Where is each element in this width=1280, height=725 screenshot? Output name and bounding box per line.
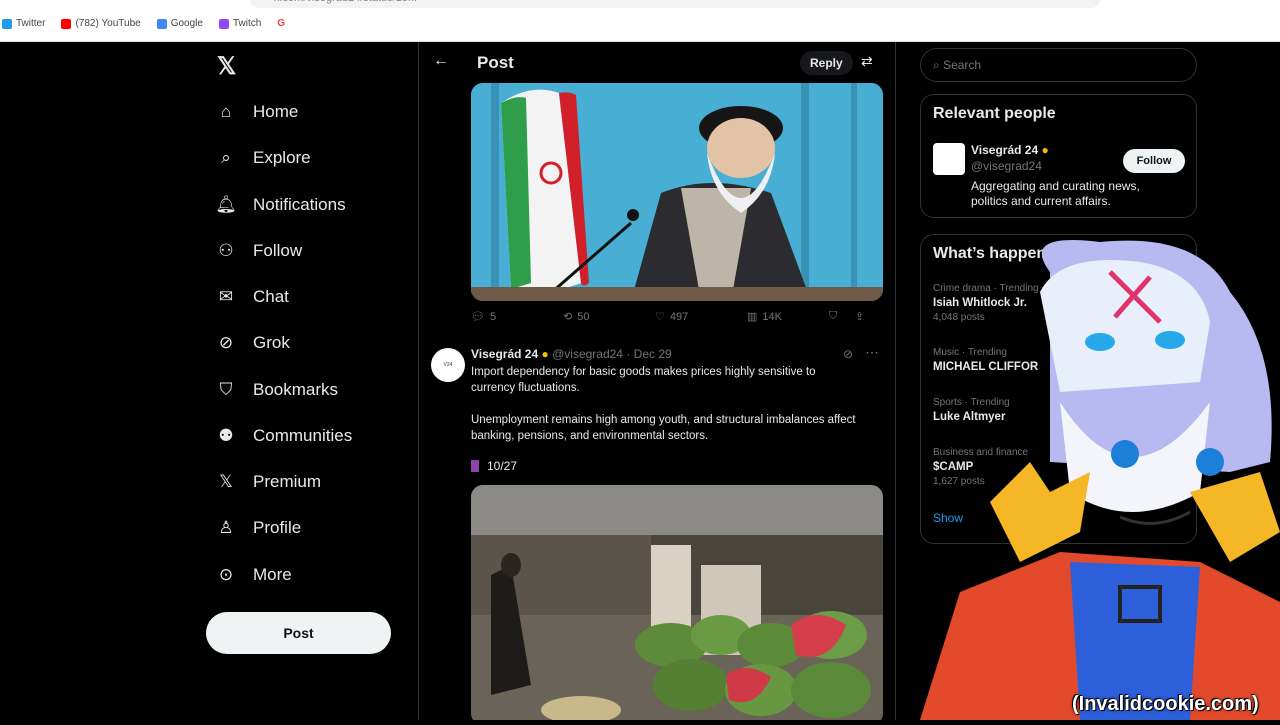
bell-icon: 🔔︎ bbox=[215, 195, 237, 214]
author-name[interactable]: Visegrád 24 bbox=[471, 347, 538, 361]
spool-icon bbox=[471, 460, 479, 472]
browser-chrome: x.com/visegrad24/status/18... Twitter (7… bbox=[0, 0, 1280, 42]
nav-item-label: Home bbox=[253, 102, 299, 121]
more-options-icon[interactable]: ⋯ bbox=[865, 344, 879, 361]
speaker-photo bbox=[471, 83, 883, 301]
author-handle[interactable]: @visegrad24 bbox=[552, 347, 623, 361]
search-icon: ⌕ bbox=[933, 58, 940, 72]
search-icon: ⌕ bbox=[221, 148, 231, 167]
follow-button[interactable]: Follow bbox=[1123, 149, 1185, 173]
nav-item-label: Profile bbox=[253, 518, 302, 537]
tweet-image-speaker[interactable] bbox=[471, 83, 883, 301]
bookmark-google[interactable]: Google bbox=[156, 18, 203, 29]
tweet-meta: Visegrád 24 ● @visegrad24 · Dec 29 bbox=[471, 347, 672, 361]
avatar[interactable] bbox=[933, 143, 965, 175]
search-input[interactable]: ⌕ Search bbox=[920, 48, 1197, 82]
google-icon bbox=[156, 18, 167, 29]
like-action[interactable]: ♡ 497 bbox=[655, 310, 747, 324]
youtube-icon bbox=[61, 18, 72, 29]
x-icon: 𝕏 bbox=[219, 472, 233, 491]
communities-icon: ⚉ bbox=[218, 426, 234, 445]
tweet-date[interactable]: · Dec 29 bbox=[626, 347, 671, 361]
back-arrow-icon[interactable]: ← bbox=[433, 52, 449, 70]
bookmark-twitter[interactable]: Twitter bbox=[2, 18, 45, 29]
grok-icon: ⊘ bbox=[218, 333, 234, 352]
relevant-people-panel: Relevant people Visegrád 24 ● @visegrad2… bbox=[920, 94, 1197, 218]
main-column: ← Post Reply ⇄ 💬︎ 5 ⟲ 50 ♡ 497 ▥ 14K ⛉ ⇪… bbox=[418, 42, 896, 720]
nav-item-follow[interactable]: ⚇ Follow bbox=[215, 236, 302, 266]
left-navigation: 𝕏 ⌂ Home ⌕ Explore 🔔︎ Notifications ⚇ Follow ✉ Ch… bbox=[205, 42, 415, 720]
bookmark-action[interactable]: ⛉ bbox=[829, 310, 855, 323]
nav-item-label: Explore bbox=[253, 148, 311, 167]
bookmark-youtube[interactable]: (782) YouTube bbox=[61, 18, 141, 29]
person-handle[interactable]: @visegrad24 bbox=[971, 159, 1042, 173]
nav-item-label: Chat bbox=[253, 287, 289, 306]
nav-item-notifications[interactable]: 🔔︎ Notifications bbox=[215, 190, 346, 220]
twitter-icon bbox=[2, 18, 12, 29]
verified-badge-icon: ● bbox=[541, 347, 549, 361]
x-logo-icon[interactable]: 𝕏 bbox=[217, 52, 236, 81]
nav-item-home[interactable]: ⌂ Home bbox=[215, 97, 299, 127]
post-header: ← Post Reply ⇄ bbox=[419, 42, 895, 84]
nav-item-label: Communities bbox=[253, 426, 353, 445]
bookmark-icon: ⛉ bbox=[829, 310, 838, 322]
avatar[interactable]: V24 bbox=[431, 348, 465, 382]
vtuber-character-image bbox=[920, 240, 1280, 720]
tweet-paragraph: Unemployment remains high among youth, a… bbox=[471, 414, 856, 442]
bookmark-g[interactable]: G bbox=[277, 18, 285, 29]
add-person-icon: ⚇ bbox=[218, 241, 234, 260]
nav-item-label: Notifications bbox=[253, 195, 346, 214]
tweet-actions: 💬︎ 5 ⟲ 50 ♡ 497 ▥ 14K ⛉ ⇪ bbox=[471, 310, 885, 323]
address-bar[interactable]: x.com/visegrad24/status/18... bbox=[250, 0, 1100, 8]
share-action[interactable]: ⇪ bbox=[855, 310, 864, 323]
more-icon: ⊙ bbox=[218, 565, 234, 584]
tweet-text: Import dependency for basic goods makes … bbox=[471, 364, 861, 460]
reply-button[interactable]: Reply bbox=[800, 51, 853, 75]
nav-item-label: Follow bbox=[253, 241, 303, 260]
person-bio: Aggregating and curating news, politics … bbox=[971, 179, 1140, 208]
home-icon: ⌂ bbox=[220, 102, 232, 121]
person-icon: ♙ bbox=[218, 518, 234, 537]
mail-icon: ✉ bbox=[218, 287, 234, 306]
nav-item-premium[interactable]: 𝕏 Premium bbox=[215, 467, 321, 497]
post-button[interactable]: Post bbox=[206, 612, 391, 654]
nav-item-chat[interactable]: ✉ Chat bbox=[215, 282, 289, 312]
nav-item-profile[interactable]: ♙ Profile bbox=[215, 513, 301, 543]
tweet-paragraph: Import dependency for basic goods makes … bbox=[471, 366, 816, 394]
nav-item-grok[interactable]: ⊘ Grok bbox=[215, 328, 290, 358]
page-title: Post bbox=[477, 53, 514, 72]
nav-item-label: Premium bbox=[253, 472, 322, 491]
verified-badge-icon: ● bbox=[1041, 143, 1049, 157]
nav-item-bookmarks[interactable]: ⛉ Bookmarks bbox=[215, 375, 338, 405]
twitch-icon bbox=[218, 18, 229, 29]
nav-item-communities[interactable]: ⚉ Communities bbox=[215, 421, 352, 451]
nav-item-label: More bbox=[253, 565, 292, 584]
reply-action[interactable]: 💬︎ 5 bbox=[471, 310, 563, 324]
grok-icon[interactable]: ⊘ bbox=[843, 347, 853, 361]
thread-counter: 10/27 bbox=[471, 459, 517, 473]
heart-icon: ♡ bbox=[655, 311, 665, 323]
repost-icon: ⟲ bbox=[563, 311, 573, 323]
vtuber-avatar-overlay bbox=[900, 232, 1280, 720]
person-name[interactable]: Visegrád 24 ● bbox=[971, 143, 1049, 157]
nav-item-label: Grok bbox=[253, 333, 290, 352]
tweet-image-market[interactable] bbox=[471, 485, 883, 720]
panel-title: Relevant people bbox=[933, 105, 1056, 122]
settings-sliders-icon[interactable]: ⇄ bbox=[861, 53, 873, 70]
nav-item-more[interactable]: ⊙ More bbox=[215, 560, 292, 590]
share-icon: ⇪ bbox=[855, 311, 865, 323]
nav-item-label: Bookmarks bbox=[253, 380, 339, 399]
bookmark-icon: ⛉ bbox=[219, 380, 233, 399]
views-icon: ▥ bbox=[747, 311, 758, 323]
watermark-text: (Invalidcookie.com) bbox=[1072, 693, 1259, 715]
reply-icon: 💬︎ bbox=[471, 311, 485, 323]
repost-action[interactable]: ⟲ 50 bbox=[563, 310, 655, 324]
views-action[interactable]: ▥ 14K bbox=[747, 310, 829, 324]
market-photo bbox=[471, 485, 883, 720]
nav-item-explore[interactable]: ⌕ Explore bbox=[215, 143, 311, 173]
bookmarks-bar: Twitter (782) YouTube Google Twitch G bbox=[0, 18, 285, 29]
bookmark-twitch[interactable]: Twitch bbox=[218, 18, 261, 29]
